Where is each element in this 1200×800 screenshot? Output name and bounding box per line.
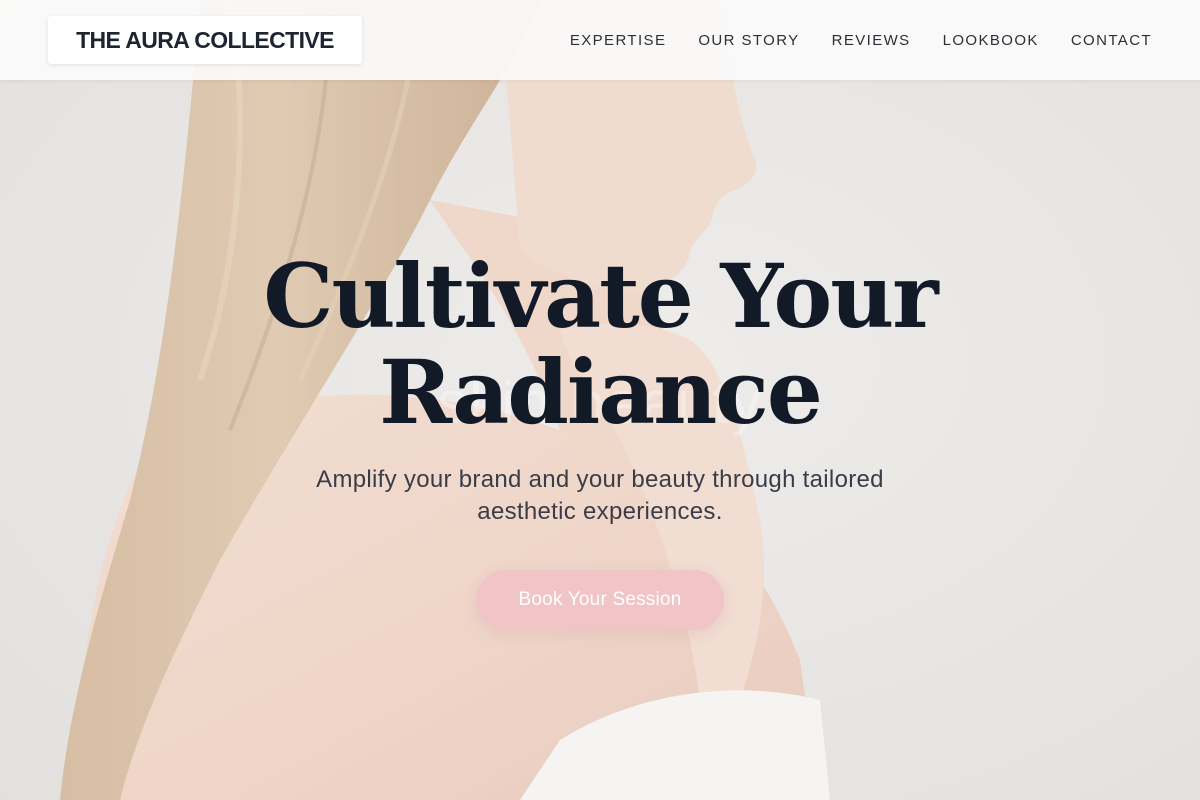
- nav-link-contact[interactable]: CONTACT: [1071, 32, 1152, 49]
- hero-headline-line2: Radiance: [379, 340, 823, 444]
- nav-link-our-story[interactable]: OUR STORY: [698, 32, 799, 49]
- hero-headline-line1: Cultivate Your: [263, 244, 938, 348]
- hero-headline: Cultivate Your Radiance: [0, 248, 1200, 440]
- nav-link-lookbook[interactable]: LOOKBOOK: [943, 32, 1039, 49]
- hero-subheadline: Amplify your brand and your beauty throu…: [316, 466, 884, 525]
- book-session-button[interactable]: Book Your Session: [476, 570, 724, 630]
- main-nav: EXPERTISE OUR STORY REVIEWS LOOKBOOK CON…: [570, 0, 1152, 80]
- site-header: THE AURA COLLECTIVE EXPERTISE OUR STORY …: [0, 0, 1200, 80]
- brand-logo[interactable]: THE AURA COLLECTIVE: [48, 16, 362, 64]
- nav-link-expertise[interactable]: EXPERTISE: [570, 32, 667, 49]
- nav-link-reviews[interactable]: REVIEWS: [832, 32, 911, 49]
